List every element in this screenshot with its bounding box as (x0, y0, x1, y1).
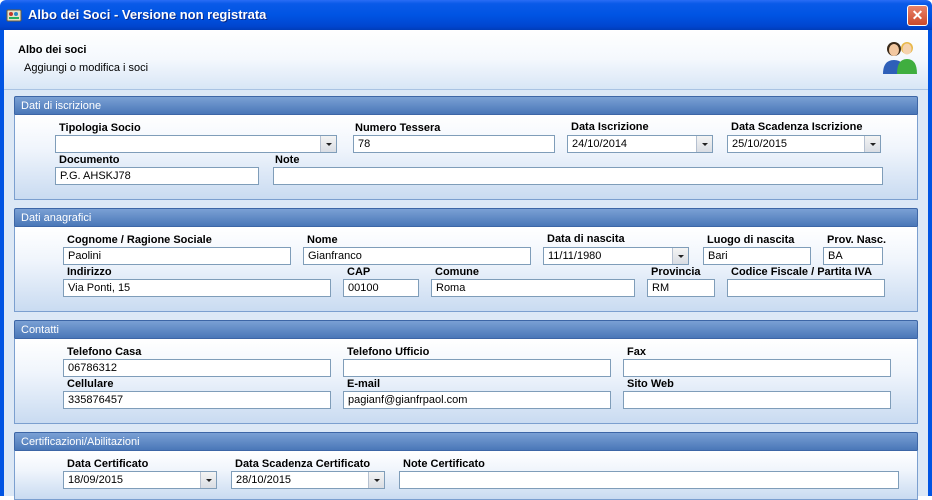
label-data-scadenza: Data Scadenza Iscrizione (731, 121, 863, 133)
data-scadenza-picker[interactable]: 25/10/2015 (727, 135, 881, 153)
label-note-certificato: Note Certificato (403, 458, 485, 470)
numero-tessera-input[interactable]: 78 (353, 135, 555, 153)
form-title: Albo dei soci (18, 44, 87, 56)
label-documento: Documento (59, 154, 120, 166)
label-telefono-ufficio: Telefono Ufficio (347, 346, 430, 358)
label-data-scadenza-certificato: Data Scadenza Certificato (235, 458, 371, 470)
provincia-input[interactable]: RM (647, 279, 715, 297)
fax-input[interactable] (623, 359, 891, 377)
group-heading: Certificazioni/Abilitazioni (14, 432, 918, 450)
chevron-down-icon[interactable] (368, 472, 384, 488)
codice-fiscale-input[interactable] (727, 279, 885, 297)
label-cognome: Cognome / Ragione Sociale (67, 234, 212, 246)
label-provincia: Provincia (651, 266, 701, 278)
label-fax: Fax (627, 346, 646, 358)
title-bar[interactable]: Albo dei Soci - Versione non registrata … (0, 0, 932, 30)
cognome-input[interactable]: Paolini (63, 247, 291, 265)
label-nome: Nome (307, 234, 338, 246)
cellulare-input[interactable]: 335876457 (63, 391, 331, 409)
group-heading: Dati di iscrizione (14, 96, 918, 114)
telefono-casa-input[interactable]: 06786312 (63, 359, 331, 377)
label-email: E-mail (347, 378, 381, 390)
form-subtitle: Aggiungi o modifica i soci (24, 62, 149, 74)
label-comune: Comune (435, 266, 479, 278)
label-cellulare: Cellulare (67, 378, 114, 390)
data-scadenza-certificato-picker[interactable]: 28/10/2015 (231, 471, 385, 489)
label-data-nascita: Data di nascita (547, 233, 625, 245)
chevron-down-icon[interactable] (696, 136, 712, 152)
comune-input[interactable]: Roma (431, 279, 635, 297)
form-header: Albo dei soci Aggiungi o modifica i soci (4, 30, 928, 90)
data-iscrizione-value: 24/10/2014 (572, 138, 628, 150)
email-input[interactable]: pagianf@gianfrpaol.com (343, 391, 611, 409)
label-sito-web: Sito Web (627, 378, 674, 390)
label-data-certificato: Data Certificato (67, 458, 149, 470)
label-cap: CAP (347, 266, 371, 278)
form-content: Dati di iscrizione Tipologia Socio Numer… (4, 90, 928, 500)
label-data-iscrizione: Data Iscrizione (571, 121, 649, 133)
data-scadenza-certificato-value: 28/10/2015 (236, 474, 292, 486)
note-certificato-input[interactable] (399, 471, 899, 489)
data-iscrizione-picker[interactable]: 24/10/2014 (567, 135, 713, 153)
chevron-down-icon[interactable] (320, 136, 336, 152)
close-icon: ✕ (911, 7, 924, 23)
group-anagrafici: Dati anagrafici Cognome / Ragione Social… (14, 208, 918, 312)
telefono-ufficio-input[interactable] (343, 359, 611, 377)
chevron-down-icon[interactable] (672, 248, 688, 264)
cap-input[interactable]: 00100 (343, 279, 419, 297)
data-certificato-picker[interactable]: 18/09/2015 (63, 471, 217, 489)
label-prov-nasc: Prov. Nasc. (827, 234, 887, 246)
tipologia-socio-select[interactable] (55, 135, 337, 153)
group-heading: Contatti (14, 320, 918, 338)
data-certificato-value: 18/09/2015 (68, 474, 124, 486)
group-heading: Dati anagrafici (14, 208, 918, 226)
users-icon (883, 42, 917, 74)
close-button[interactable]: ✕ (907, 5, 928, 26)
documento-input[interactable]: P.G. AHSKJ78 (55, 167, 259, 185)
nome-input[interactable]: Gianfranco (303, 247, 531, 265)
window-frame-right (928, 30, 932, 496)
group-contatti: Contatti Telefono Casa 06786312 Telefono… (14, 320, 918, 424)
label-codice-fiscale: Codice Fiscale / Partita IVA (731, 266, 873, 278)
window-title: Albo dei Soci - Versione non registrata (28, 7, 267, 22)
label-telefono-casa: Telefono Casa (67, 346, 142, 358)
group-iscrizione: Dati di iscrizione Tipologia Socio Numer… (14, 96, 918, 200)
indirizzo-input[interactable]: Via Ponti, 15 (63, 279, 331, 297)
data-scadenza-value: 25/10/2015 (732, 138, 788, 150)
group-certificazioni: Certificazioni/Abilitazioni Data Certifi… (14, 432, 918, 500)
chevron-down-icon[interactable] (200, 472, 216, 488)
chevron-down-icon[interactable] (864, 136, 880, 152)
label-note: Note (275, 154, 300, 166)
data-nascita-value: 11/11/1980 (548, 250, 602, 262)
data-nascita-picker[interactable]: 11/11/1980 (543, 247, 689, 265)
sito-web-input[interactable] (623, 391, 891, 409)
label-tessera: Numero Tessera (355, 122, 441, 134)
label-tipologia: Tipologia Socio (59, 122, 141, 134)
label-indirizzo: Indirizzo (67, 266, 112, 278)
note-input[interactable] (273, 167, 883, 185)
prov-nasc-input[interactable]: BA (823, 247, 883, 265)
app-icon (6, 9, 22, 22)
label-luogo-nascita: Luogo di nascita (707, 234, 795, 246)
luogo-nascita-input[interactable]: Bari (703, 247, 811, 265)
